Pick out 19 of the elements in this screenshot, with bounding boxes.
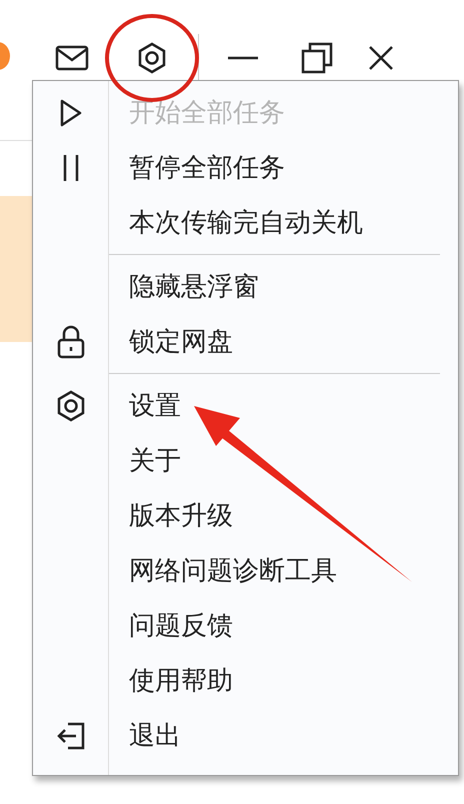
menu-item[interactable]: 暂停全部任务 xyxy=(109,140,458,195)
menu-item[interactable]: 本次传输完自动关机 xyxy=(109,195,458,250)
settings-icon xyxy=(136,42,168,74)
menu-item[interactable]: 使用帮助 xyxy=(109,653,458,708)
restore-icon xyxy=(301,42,333,74)
close-icon xyxy=(368,45,394,71)
menu-item[interactable]: 版本升级 xyxy=(109,488,458,543)
exit-icon xyxy=(56,720,86,750)
menu-item[interactable]: 隐藏悬浮窗 xyxy=(109,259,458,314)
mail-icon xyxy=(55,45,89,71)
menu-item[interactable]: 关于 xyxy=(109,433,458,488)
play-icon xyxy=(58,98,82,128)
menu-item[interactable]: 设置 xyxy=(109,378,458,433)
menu-item[interactable]: 问题反馈 xyxy=(109,598,458,653)
menu-item[interactable]: 锁定网盘 xyxy=(109,314,458,369)
menu-item[interactable]: 网络问题诊断工具 xyxy=(109,543,458,598)
lock-icon xyxy=(56,324,86,358)
menu-item[interactable]: 退出 xyxy=(109,708,458,763)
minimize-icon xyxy=(228,56,258,60)
